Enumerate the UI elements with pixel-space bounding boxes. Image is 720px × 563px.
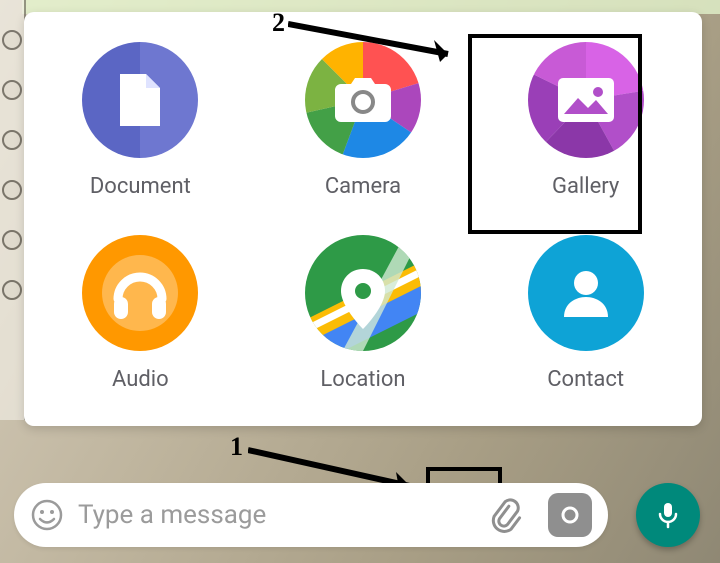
- attachment-label: Camera: [325, 174, 401, 199]
- location-icon: [305, 235, 421, 351]
- annotation-highlight-gallery: [468, 34, 642, 234]
- attachment-label: Document: [90, 174, 191, 199]
- attachment-label: Contact: [547, 367, 624, 392]
- document-icon: [82, 42, 198, 158]
- annotation-arrow-2: [288, 18, 474, 68]
- message-input-bar: Type a message: [14, 483, 608, 547]
- attach-icon[interactable]: [486, 497, 522, 533]
- message-input[interactable]: Type a message: [78, 500, 470, 530]
- microphone-icon: [653, 500, 683, 530]
- attachment-location[interactable]: Location: [305, 235, 421, 392]
- contact-icon: [528, 235, 644, 351]
- emoji-icon[interactable]: [30, 498, 64, 532]
- voice-message-button[interactable]: [636, 483, 700, 547]
- camera-button[interactable]: [548, 493, 592, 537]
- attachment-contact[interactable]: Contact: [528, 235, 644, 392]
- attachment-label: Audio: [112, 367, 169, 392]
- audio-icon: [82, 235, 198, 351]
- annotation-step-1: 1: [230, 432, 243, 462]
- attachment-document[interactable]: Document: [82, 42, 198, 199]
- attachment-audio[interactable]: Audio: [82, 235, 198, 392]
- attachment-label: Location: [320, 367, 405, 392]
- annotation-step-2: 2: [272, 8, 285, 38]
- chat-background-strip: [0, 0, 26, 420]
